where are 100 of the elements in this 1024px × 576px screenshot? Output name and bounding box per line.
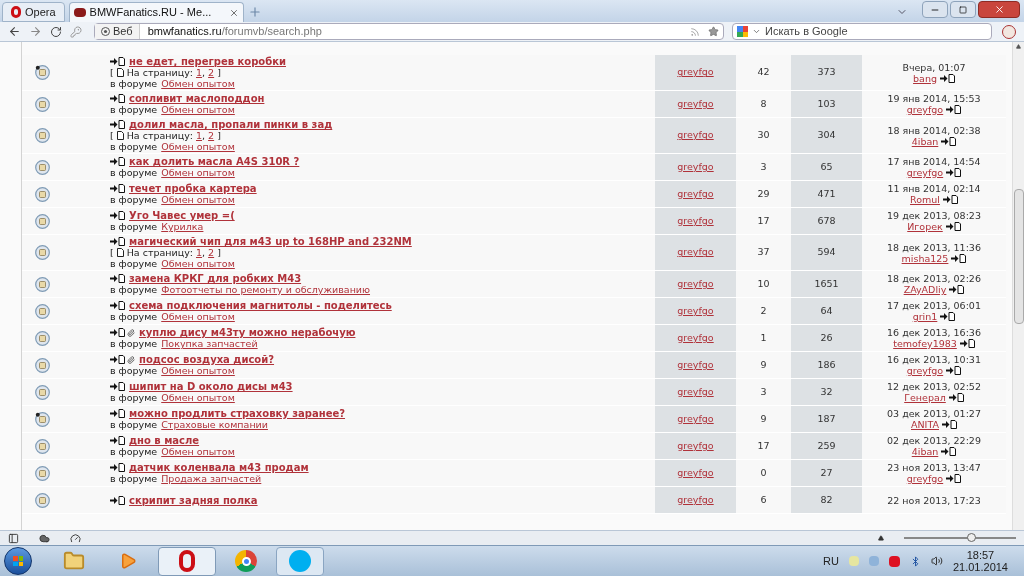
forum-link[interactable]: Обмен опытом bbox=[161, 258, 235, 269]
clock-date[interactable]: 21.01.2014 bbox=[952, 561, 1008, 573]
minimize-button[interactable] bbox=[922, 1, 948, 18]
last-poster-link[interactable]: ANITA bbox=[911, 419, 939, 430]
zoom-menu-icon[interactable] bbox=[878, 535, 884, 541]
topic-link[interactable]: замена КРКГ для робких М43 bbox=[129, 273, 302, 284]
last-poster-link[interactable]: temofey1983 bbox=[893, 338, 957, 349]
forum-link[interactable]: Обмен опытом bbox=[161, 104, 235, 115]
go-to-post-icon[interactable] bbox=[110, 157, 125, 166]
page-link[interactable]: 2 bbox=[208, 247, 215, 258]
forum-link[interactable]: Обмен опытом bbox=[161, 446, 235, 457]
author-link[interactable]: greyfgo bbox=[677, 128, 714, 143]
go-to-post-icon[interactable] bbox=[941, 136, 957, 146]
go-to-post-icon[interactable] bbox=[110, 355, 125, 364]
go-to-post-icon[interactable] bbox=[110, 382, 125, 391]
language-indicator[interactable]: RU bbox=[823, 552, 839, 570]
last-poster-link[interactable]: greyfgo bbox=[906, 104, 944, 115]
web-badge[interactable]: Веб bbox=[95, 24, 140, 39]
author-link[interactable]: greyfgo bbox=[677, 65, 714, 80]
clock-time[interactable]: 18:57 bbox=[966, 549, 995, 561]
address-field[interactable]: Веб bmwfanatics.ru/forumvb/search.php bbox=[94, 23, 724, 40]
go-to-post-icon[interactable] bbox=[940, 312, 956, 321]
go-to-post-icon[interactable] bbox=[110, 328, 125, 337]
scroll-up-icon[interactable] bbox=[1016, 44, 1021, 49]
extension-icon[interactable] bbox=[1002, 24, 1016, 39]
close-tab-icon[interactable] bbox=[228, 7, 239, 18]
go-to-post-icon[interactable] bbox=[110, 301, 125, 310]
go-to-post-icon[interactable] bbox=[110, 120, 125, 129]
go-to-post-icon[interactable] bbox=[110, 495, 125, 505]
star-icon[interactable] bbox=[708, 26, 719, 37]
topic-link[interactable]: схема подключения магнитолы - поделитесь bbox=[129, 300, 392, 311]
forum-link[interactable]: Курилка bbox=[161, 221, 204, 232]
go-to-post-icon[interactable] bbox=[110, 184, 125, 193]
go-to-post-icon[interactable] bbox=[959, 339, 975, 348]
go-to-post-icon[interactable] bbox=[941, 447, 957, 456]
forum-link[interactable]: Обмен опытом bbox=[161, 311, 235, 322]
go-to-post-icon[interactable] bbox=[110, 237, 125, 246]
last-poster-link[interactable]: misha125 bbox=[901, 252, 949, 264]
speed-dial-icon[interactable] bbox=[70, 532, 81, 544]
zoom-slider-thumb[interactable] bbox=[967, 533, 977, 542]
go-to-post-icon[interactable] bbox=[946, 366, 962, 375]
cloud-icon[interactable] bbox=[39, 532, 50, 544]
go-to-post-icon[interactable] bbox=[948, 393, 964, 402]
go-to-post-icon[interactable] bbox=[946, 474, 962, 483]
go-to-post-icon[interactable] bbox=[110, 57, 125, 66]
page-link[interactable]: 1 bbox=[196, 247, 203, 258]
topic-link[interactable]: датчик коленвала м43 продам bbox=[129, 462, 309, 473]
go-to-post-icon[interactable] bbox=[946, 105, 962, 114]
forum-link[interactable]: Обмен опытом bbox=[161, 392, 235, 403]
go-to-post-icon[interactable] bbox=[945, 222, 961, 231]
last-poster-link[interactable]: ZAyADliy bbox=[903, 284, 947, 295]
author-link[interactable]: greyfgo bbox=[677, 245, 714, 260]
last-poster-link[interactable]: Игорек bbox=[907, 221, 943, 232]
topic-link[interactable]: долил масла, пропали пинки в зад bbox=[129, 119, 333, 130]
go-to-post-icon[interactable] bbox=[942, 420, 957, 429]
go-to-post-icon[interactable] bbox=[939, 73, 955, 83]
forum-link[interactable]: Обмен опытом bbox=[161, 365, 235, 376]
topic-link[interactable]: дно в масле bbox=[129, 435, 200, 446]
last-poster-link[interactable]: Romul bbox=[910, 194, 940, 205]
go-to-post-icon[interactable] bbox=[110, 94, 125, 103]
dropdown-icon[interactable] bbox=[752, 27, 761, 36]
forum-link[interactable]: Покупка запчастей bbox=[161, 338, 258, 349]
last-poster-link[interactable]: 4iban bbox=[911, 135, 939, 147]
topic-link[interactable]: Уго Чавес умер =( bbox=[129, 210, 235, 221]
last-poster-link[interactable]: 4iban bbox=[911, 446, 939, 457]
back-icon[interactable] bbox=[8, 25, 21, 38]
go-to-post-icon[interactable] bbox=[110, 211, 125, 220]
page-link[interactable]: 2 bbox=[208, 67, 215, 78]
topic-link[interactable]: шипит на D около дисы м43 bbox=[129, 381, 293, 392]
topic-link[interactable]: подсос воздуха дисой? bbox=[139, 354, 275, 365]
last-poster-link[interactable]: Генерал bbox=[904, 392, 946, 403]
topic-link[interactable]: сопливит маслоподдон bbox=[129, 93, 265, 104]
panel-toggle-icon[interactable] bbox=[8, 532, 19, 544]
close-button[interactable] bbox=[978, 1, 1020, 18]
start-button[interactable] bbox=[4, 547, 32, 575]
forward-icon[interactable] bbox=[29, 25, 42, 38]
volume-icon[interactable] bbox=[930, 555, 943, 567]
last-poster-link[interactable]: greyfgo bbox=[906, 167, 944, 178]
topic-link[interactable]: скрипит задняя полка bbox=[129, 494, 258, 506]
last-poster-link[interactable]: greyfgo bbox=[906, 365, 944, 376]
forum-link[interactable]: Обмен опытом bbox=[161, 194, 235, 205]
topic-link[interactable]: куплю дису м43ту можно нерабочую bbox=[139, 327, 356, 338]
scrollbar-thumb[interactable] bbox=[1013, 189, 1024, 324]
browser-tab[interactable]: BMWFanatics.RU - Ме... bbox=[68, 2, 244, 22]
last-poster-link[interactable]: bang bbox=[913, 72, 937, 84]
go-to-post-icon[interactable] bbox=[110, 436, 125, 445]
go-to-post-icon[interactable] bbox=[110, 463, 125, 472]
go-to-post-icon[interactable] bbox=[110, 409, 125, 418]
forum-link[interactable]: Обмен опытом bbox=[161, 141, 235, 152]
opera-taskbar-icon[interactable] bbox=[158, 546, 216, 576]
topic-link[interactable]: магический чип для м43 up to 168HP and 232NM bbox=[129, 236, 412, 247]
topic-link[interactable]: течет пробка картера bbox=[129, 183, 257, 194]
forum-link[interactable]: Продажа запчастей bbox=[161, 473, 262, 484]
forum-link[interactable]: Обмен опытом bbox=[161, 78, 235, 89]
last-poster-link[interactable]: grin1 bbox=[912, 311, 938, 322]
page-link[interactable]: 1 bbox=[196, 130, 203, 141]
topic-link[interactable]: не едет, перегрев коробки bbox=[129, 56, 286, 67]
forum-link[interactable]: Страховые компании bbox=[161, 419, 268, 430]
page-link[interactable]: 1 bbox=[196, 67, 203, 78]
go-to-post-icon[interactable] bbox=[951, 253, 967, 263]
